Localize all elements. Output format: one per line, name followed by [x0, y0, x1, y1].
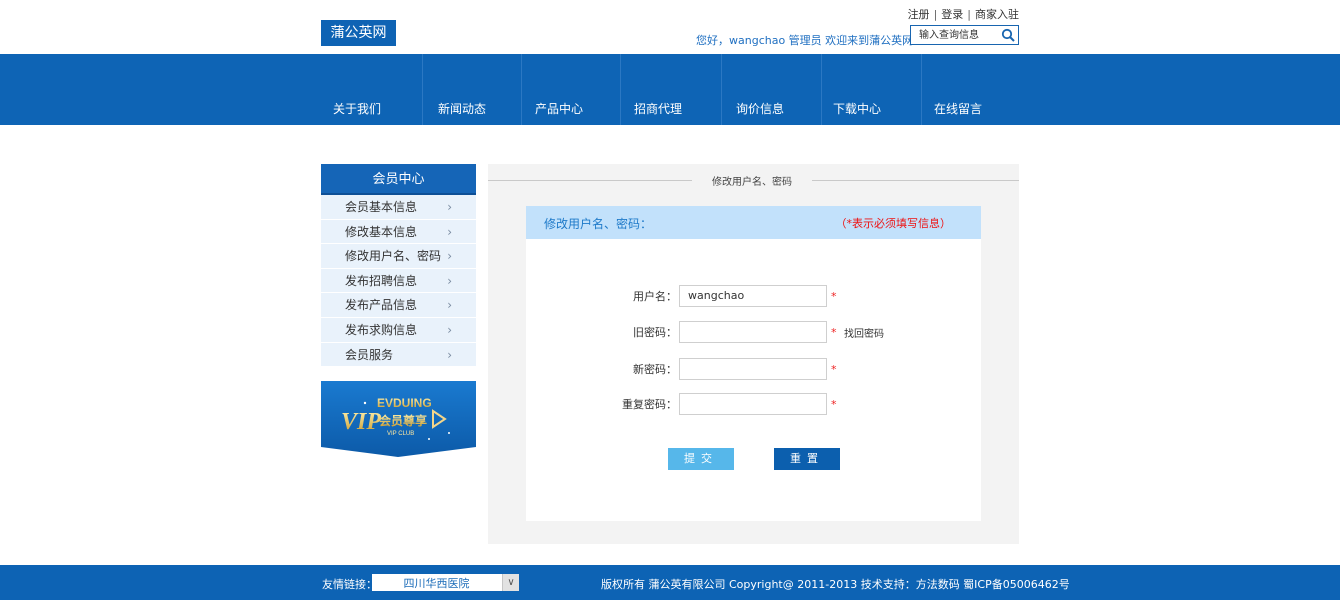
nav-news-label: 新闻动态 — [438, 102, 487, 116]
nav-agency-label: 招商代理 — [634, 102, 683, 116]
top-header: 蒲公英网 注册 | 登录 | 商家入驻 您好，wangchao 管理员 欢迎来到蒲公英网… — [0, 0, 1340, 55]
sidebar-item-edit-info[interactable]: 修改基本信息 › — [321, 219, 476, 245]
register-link[interactable]: 注册 — [908, 8, 930, 21]
vip-banner[interactable]: EVDUING VIP 会员尊享 VIP CLUB — [321, 381, 476, 457]
vip-small-text: EVDUING — [377, 396, 432, 410]
username-row: 用户名： wangchao * — [526, 285, 981, 307]
username-field[interactable]: wangchao — [679, 285, 827, 307]
friend-links-label: 友情链接： — [322, 578, 377, 591]
nav-news[interactable]: 新闻动态 — [426, 54, 522, 125]
chevron-right-icon: › — [447, 322, 452, 337]
sidebar-item-label: 会员服务 — [345, 347, 394, 362]
sidebar-item-label: 发布招聘信息 — [345, 273, 418, 288]
sidebar-item-change-password[interactable]: 修改用户名、密码 › — [321, 244, 476, 269]
chevron-right-icon: › — [447, 200, 452, 214]
submit-button[interactable]: 提交 — [668, 448, 734, 470]
new-password-field[interactable] — [679, 358, 827, 380]
chevron-right-icon: › — [447, 298, 452, 313]
nav-divider — [521, 54, 522, 125]
sidebar-item-label: 发布产品信息 — [345, 298, 418, 313]
search-input[interactable] — [911, 26, 997, 44]
required-note: （*表示必须填写信息） — [835, 217, 952, 230]
copyright-text: 版权所有 蒲公英有限公司 Copyright@ 2011-2013 技术支持：方… — [601, 578, 1070, 591]
old-password-row: 旧密码： * 找回密码 — [526, 321, 981, 343]
required-star: * — [831, 326, 837, 339]
forgot-password-link[interactable]: 找回密码 — [844, 325, 884, 340]
sparkle-icon — [448, 432, 450, 434]
member-sidebar: 会员中心 会员基本信息 › 修改基本信息 › 修改用户名、密码 › 发布招聘信息 › 发… — [321, 164, 476, 457]
new-password-label: 新密码： — [633, 363, 677, 376]
old-password-label: 旧密码： — [633, 326, 677, 339]
new-password-row: 新密码： * — [526, 358, 981, 380]
nav-agency[interactable]: 招商代理 — [622, 54, 721, 125]
sidebar-item-post-jobs[interactable]: 发布招聘信息 › — [321, 268, 476, 294]
section-title: 修改用户名、密码 — [692, 173, 812, 188]
sidebar-item-label: 会员基本信息 — [345, 200, 418, 214]
nav-message[interactable]: 在线留言 — [922, 54, 1019, 125]
nav-products-label: 产品中心 — [535, 102, 584, 116]
chevron-down-icon[interactable]: ∨ — [502, 574, 519, 591]
vip-member-text: 会员尊享 — [379, 413, 427, 428]
chevron-right-icon: › — [447, 224, 452, 239]
nav-inquiry[interactable]: 询价信息 — [724, 54, 821, 125]
repeat-password-row: 重复密码： * — [526, 393, 981, 415]
nav-divider — [620, 54, 621, 125]
content-area: 修改用户名、密码 修改用户名、密码： （*表示必须填写信息） 用户名： wang… — [488, 164, 1019, 544]
sidebar-item-post-wanted[interactable]: 发布求购信息 › — [321, 317, 476, 343]
search-icon[interactable] — [1001, 28, 1015, 42]
required-star: * — [831, 290, 837, 303]
panel-header: 修改用户名、密码： （*表示必须填写信息） — [526, 206, 981, 239]
sparkle-icon — [428, 438, 430, 440]
welcome-username: wangchao — [729, 34, 786, 47]
site-logo[interactable]: 蒲公英网 — [321, 20, 396, 46]
welcome-prefix: 您好， — [696, 34, 729, 47]
nav-about-label: 关于我们 — [333, 102, 382, 116]
repeat-password-field[interactable] — [679, 393, 827, 415]
reset-button[interactable]: 重置 — [774, 448, 840, 470]
panel-title: 修改用户名、密码： — [544, 217, 653, 231]
footer: 友情链接： 四川华西医院 ∨ 版权所有 蒲公英有限公司 Copyright@ 2… — [0, 565, 1340, 600]
nav-products[interactable]: 产品中心 — [523, 54, 620, 125]
sidebar-item-label: 发布求购信息 — [345, 322, 418, 337]
nav-divider — [422, 54, 423, 125]
chevron-right-icon: › — [447, 249, 452, 264]
top-links: 注册 | 登录 | 商家入驻 — [907, 8, 1019, 21]
sidebar-item-member-info[interactable]: 会员基本信息 › — [321, 195, 476, 220]
vip-club-text: VIP CLUB — [387, 431, 414, 437]
old-password-field[interactable] — [679, 321, 827, 343]
main-nav: 关于我们 新闻动态 产品中心 招商代理 询价信息 下载中心 在线留言 — [0, 54, 1340, 125]
sidebar-item-label: 修改用户名、密码 — [345, 249, 442, 264]
nav-divider — [721, 54, 722, 125]
friend-links-select[interactable]: 四川华西医院 ∨ — [372, 574, 519, 591]
vip-big-text: VIP — [341, 409, 381, 435]
sidebar-item-post-products[interactable]: 发布产品信息 › — [321, 293, 476, 318]
chevron-right-icon: › — [447, 347, 452, 362]
nav-inquiry-label: 询价信息 — [736, 102, 785, 116]
password-form-panel: 修改用户名、密码： （*表示必须填写信息） 用户名： wangchao * 旧密… — [526, 206, 981, 521]
repeat-password-label: 重复密码： — [622, 398, 677, 411]
username-label: 用户名： — [633, 290, 677, 303]
sidebar-item-label: 修改基本信息 — [345, 224, 418, 239]
nav-about[interactable]: 关于我们 — [321, 54, 422, 125]
chevron-right-icon: › — [447, 273, 452, 288]
friend-links-selected: 四川华西医院 — [403, 577, 470, 590]
nav-downloads[interactable]: 下载中心 — [821, 54, 921, 125]
nav-downloads-label: 下载中心 — [833, 102, 882, 116]
merchant-join-link[interactable]: 商家入驻 — [975, 8, 1019, 21]
login-link[interactable]: 登录 — [941, 8, 963, 21]
sidebar-title: 会员中心 — [321, 164, 476, 195]
sparkle-icon — [363, 401, 367, 405]
required-star: * — [831, 363, 837, 376]
sidebar-item-member-service[interactable]: 会员服务 › — [321, 342, 476, 368]
welcome-message: 您好，wangchao 管理员 欢迎来到蒲公英网！ — [696, 32, 924, 48]
search-box — [910, 25, 1019, 45]
nav-message-label: 在线留言 — [934, 102, 983, 116]
welcome-suffix: 管理员 欢迎来到蒲公英网！ — [785, 34, 925, 47]
required-star: * — [831, 398, 837, 411]
